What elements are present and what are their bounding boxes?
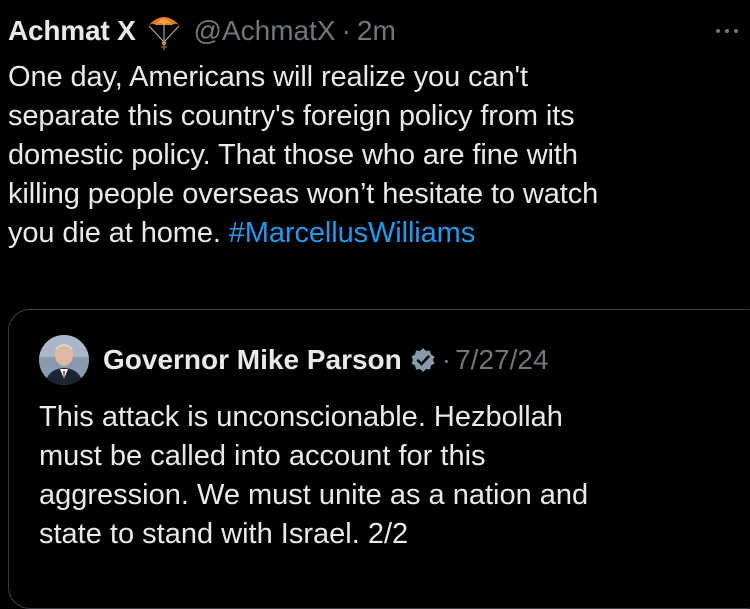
avatar[interactable] — [39, 335, 89, 385]
quoted-tweet-text: This attack is unconscionable. Hezbollah… — [39, 398, 739, 554]
tweet-header: Achmat X @AchmatX · 2m — [8, 10, 396, 52]
tweet-text-line: domestic policy. That those who are fine… — [8, 139, 578, 171]
tweet-text-line: killing people overseas won’t hesitate t… — [8, 178, 599, 210]
quoted-text-line: aggression. We must unite as a nation an… — [39, 479, 589, 511]
government-verified-badge-icon — [410, 347, 436, 373]
more-options-icon[interactable] — [716, 26, 738, 36]
quoted-tweet-header: Governor Mike Parson · 7/27/24 — [39, 334, 549, 386]
author-name[interactable]: Achmat X — [8, 15, 136, 47]
separator-dot: · — [341, 15, 351, 46]
quoted-text-line: This attack is unconscionable. Hezbollah — [39, 401, 563, 433]
quoted-author-name[interactable]: Governor Mike Parson — [103, 344, 402, 376]
tweet-text-line: you die at home. — [8, 217, 229, 249]
tweet-text-line: One day, Americans will realize you can'… — [8, 61, 528, 93]
quoted-text-line: state to stand with Israel. 2/2 — [39, 518, 409, 550]
tweet[interactable]: Achmat X @AchmatX · 2m One day, American… — [0, 0, 750, 609]
tweet-text-line-last: you die at home. #MarcellusWilliams — [8, 214, 738, 253]
quoted-tweet-card[interactable]: Governor Mike Parson · 7/27/24 This atta… — [8, 309, 750, 609]
tweet-text-line: separate this country's foreign policy f… — [8, 100, 575, 132]
hashtag-link[interactable]: #MarcellusWilliams — [229, 217, 475, 249]
quoted-text-line: must be called into account for this — [39, 440, 486, 472]
separator-dot: · — [441, 344, 452, 375]
tweet-text: One day, Americans will realize you can'… — [8, 58, 738, 253]
quoted-tweet-date[interactable]: 7/27/24 — [455, 344, 548, 376]
parachute-icon — [144, 10, 184, 52]
tweet-timestamp[interactable]: 2m — [357, 15, 396, 47]
author-handle[interactable]: @AchmatX — [194, 15, 336, 47]
